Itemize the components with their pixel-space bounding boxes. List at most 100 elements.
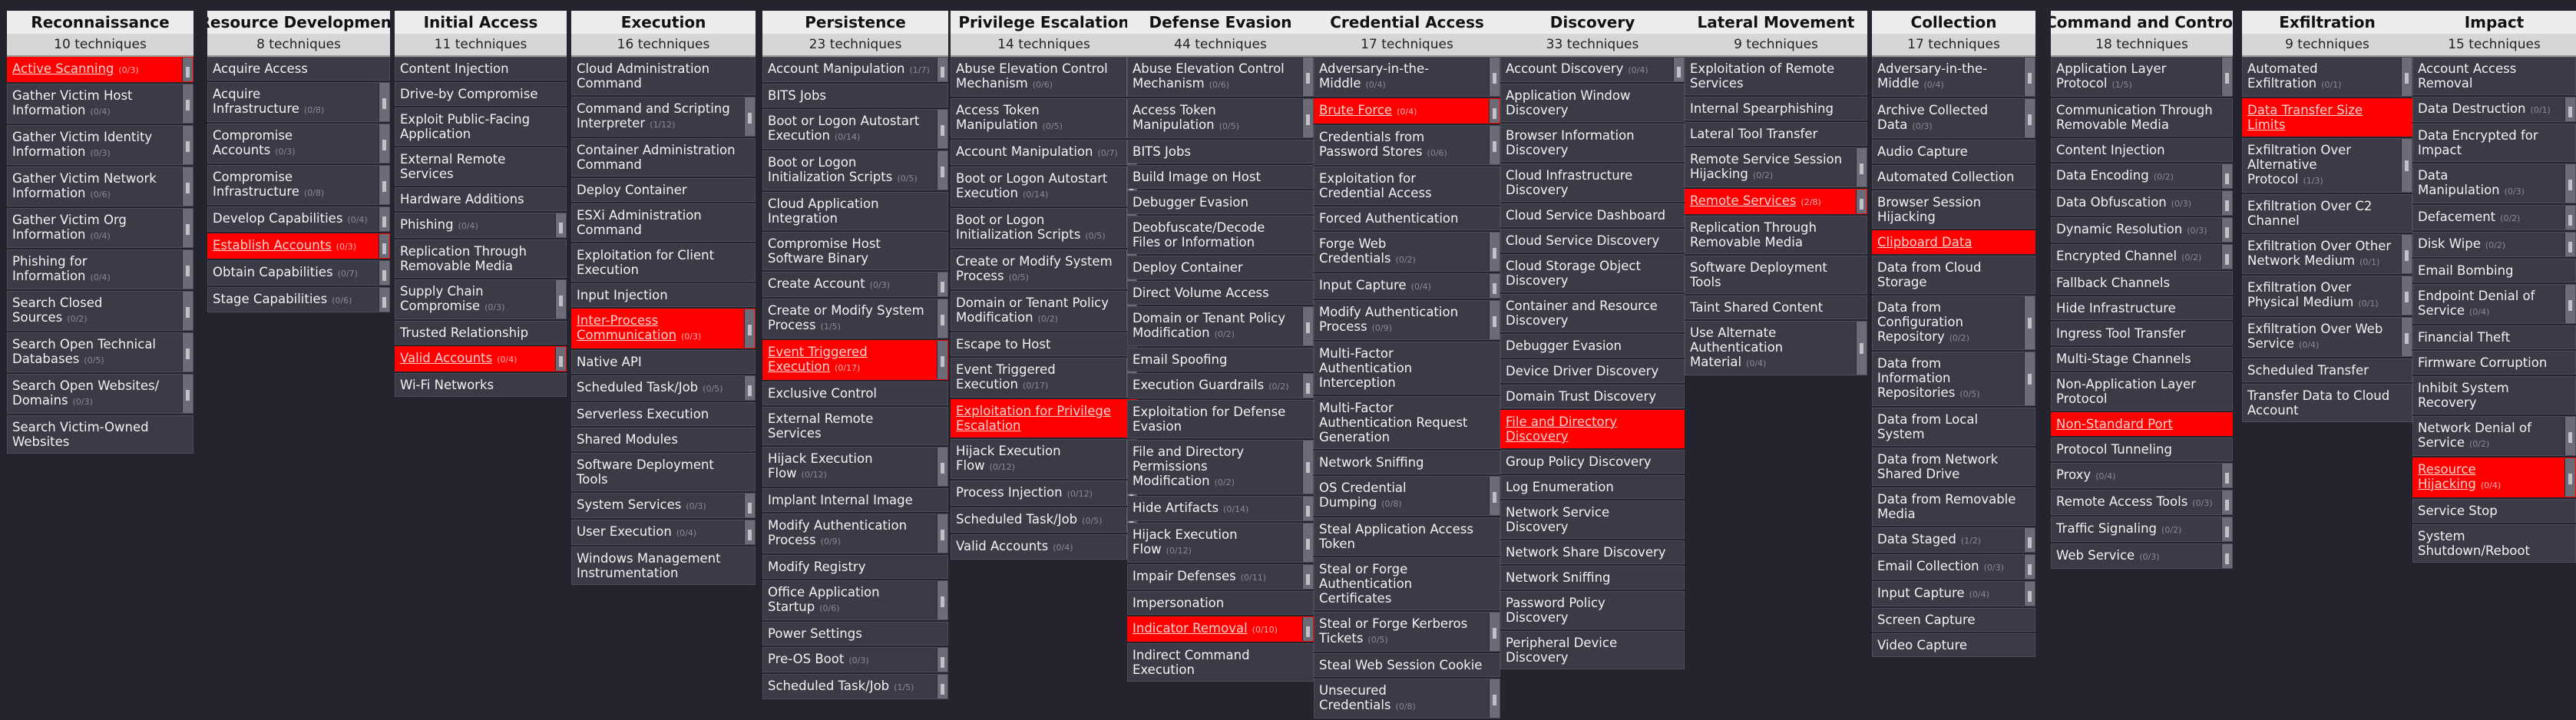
technique-cell[interactable]: Forge Web Credentials (0/2): [1314, 232, 1500, 272]
technique-cell[interactable]: Lateral Tool Transfer: [1685, 122, 1867, 146]
technique-cell[interactable]: Steal or Forge Kerberos Tickets (0/5): [1314, 612, 1500, 652]
tactic-title[interactable]: Persistence: [762, 11, 948, 34]
technique-cell[interactable]: Search Open Websites/ Domains (0/3): [7, 374, 193, 414]
technique-cell[interactable]: Steal Web Session Cookie: [1314, 653, 1500, 677]
technique-cell[interactable]: Web Service (0/3): [2051, 543, 2233, 569]
technique-cell[interactable]: Wi-Fi Networks: [395, 373, 567, 397]
technique-cell[interactable]: Content Injection: [395, 57, 567, 81]
technique-cell[interactable]: Indicator Removal (0/10): [1127, 616, 1314, 642]
expand-subtechniques-handle[interactable]: [2221, 191, 2232, 215]
technique-cell[interactable]: Boot or Logon Autostart Execution (0/14): [951, 167, 1137, 206]
technique-cell[interactable]: Content Injection: [2051, 138, 2233, 162]
technique-cell[interactable]: Browser Information Discovery: [1500, 124, 1685, 162]
technique-cell[interactable]: Container Administration Command: [571, 138, 756, 177]
technique-cell[interactable]: Network Denial of Service (0/2): [2412, 416, 2576, 456]
technique-cell[interactable]: Data from Local System: [1872, 408, 2035, 446]
technique-cell[interactable]: Deploy Container: [1127, 256, 1314, 279]
technique-cell[interactable]: Credentials from Password Stores (0/6): [1314, 125, 1500, 165]
technique-cell[interactable]: Power Settings: [762, 622, 948, 646]
technique-cell[interactable]: External Remote Services: [762, 407, 948, 445]
technique-cell[interactable]: Replication Through Removable Media: [395, 239, 567, 278]
expand-subtechniques-handle[interactable]: [182, 333, 193, 372]
technique-cell[interactable]: Non-Standard Port: [2051, 412, 2233, 436]
technique-cell[interactable]: Gather Victim Host Information (0/4): [7, 84, 193, 124]
technique-cell[interactable]: Exploitation for Client Execution: [571, 243, 756, 282]
technique-cell[interactable]: Search Victim-Owned Websites: [7, 415, 193, 454]
technique-cell[interactable]: Transfer Data to Cloud Account: [2242, 384, 2412, 422]
expand-subtechniques-handle[interactable]: [2564, 285, 2575, 323]
technique-cell[interactable]: Abuse Elevation Control Mechanism (0/6): [1127, 57, 1314, 97]
technique-cell[interactable]: Remote Access Tools (0/3): [2051, 490, 2233, 515]
expand-subtechniques-handle[interactable]: [2024, 296, 2035, 349]
technique-cell[interactable]: Debugger Evasion: [1127, 190, 1314, 214]
expand-subtechniques-handle[interactable]: [1489, 477, 1500, 515]
technique-cell[interactable]: Dynamic Resolution (0/3): [2051, 217, 2233, 243]
technique-cell[interactable]: Communication Through Removable Media: [2051, 98, 2233, 137]
technique-cell[interactable]: Fallback Channels: [2051, 271, 2233, 295]
technique-cell[interactable]: Steal Application Access Token: [1314, 517, 1500, 556]
tactic-title[interactable]: Execution: [571, 11, 756, 34]
technique-cell[interactable]: Escape to Host: [951, 332, 1137, 356]
technique-cell[interactable]: Input Capture (0/4): [1872, 581, 2035, 606]
technique-cell[interactable]: Pre-OS Boot (0/3): [762, 647, 948, 672]
expand-subtechniques-handle[interactable]: [1489, 99, 1500, 123]
technique-cell[interactable]: Remote Service Session Hijacking (0/2): [1685, 147, 1867, 187]
technique-cell[interactable]: Application Layer Protocol (1/5): [2051, 57, 2233, 97]
expand-subtechniques-handle[interactable]: [2024, 352, 2035, 405]
technique-cell[interactable]: BITS Jobs: [1127, 140, 1314, 163]
technique-cell[interactable]: Hide Infrastructure: [2051, 296, 2233, 320]
technique-cell[interactable]: Use Alternate Authentication Material (0/…: [1685, 321, 1867, 375]
expand-subtechniques-handle[interactable]: [1302, 441, 1313, 494]
technique-cell[interactable]: Exploitation of Remote Services: [1685, 57, 1867, 95]
technique-cell[interactable]: Exfiltration Over Web Service (0/4): [2242, 317, 2412, 357]
expand-subtechniques-handle[interactable]: [1489, 613, 1500, 651]
technique-cell[interactable]: Defacement (0/2): [2412, 205, 2576, 230]
technique-cell[interactable]: Command and Scripting Interpreter (1/12): [571, 97, 756, 137]
technique-cell[interactable]: Access Token Manipulation (0/5): [951, 98, 1137, 138]
expand-subtechniques-handle[interactable]: [937, 648, 947, 672]
technique-cell[interactable]: Develop Capabilities (0/4): [207, 206, 390, 232]
expand-subtechniques-handle[interactable]: [1489, 679, 1500, 718]
technique-cell[interactable]: Exfiltration Over Alternative Protocol (1…: [2242, 138, 2412, 193]
technique-cell[interactable]: Exfiltration Over Physical Medium (0/1): [2242, 276, 2412, 315]
expand-subtechniques-handle[interactable]: [2564, 458, 2575, 497]
technique-cell[interactable]: Drive-by Compromise: [395, 82, 567, 106]
technique-cell[interactable]: Gather Victim Org Information (0/4): [7, 208, 193, 248]
technique-cell[interactable]: Account Manipulation (1/7): [762, 57, 948, 82]
expand-subtechniques-handle[interactable]: [182, 126, 193, 164]
technique-cell[interactable]: Phishing for Information (0/4): [7, 249, 193, 289]
technique-cell[interactable]: Impair Defenses (0/11): [1127, 564, 1314, 590]
technique-cell[interactable]: Remote Services (2/8): [1685, 189, 1867, 214]
technique-cell[interactable]: Scheduled Task/Job (0/5): [951, 507, 1137, 533]
technique-cell[interactable]: Trusted Relationship: [395, 321, 567, 345]
tactic-title[interactable]: Credential Access: [1314, 11, 1500, 34]
technique-cell[interactable]: Acquire Access: [207, 57, 390, 81]
expand-subtechniques-handle[interactable]: [937, 675, 947, 699]
technique-cell[interactable]: Unsecured Credentials (0/8): [1314, 679, 1500, 718]
technique-cell[interactable]: Protocol Tunneling: [2051, 438, 2233, 461]
technique-cell[interactable]: Screen Capture: [1872, 608, 2035, 632]
technique-cell[interactable]: Group Policy Discovery: [1500, 450, 1685, 474]
expand-subtechniques-handle[interactable]: [744, 309, 755, 348]
expand-subtechniques-handle[interactable]: [744, 376, 755, 400]
technique-cell[interactable]: Gather Victim Network Information (0/6): [7, 167, 193, 206]
technique-cell[interactable]: Email Collection (0/3): [1872, 554, 2035, 580]
technique-cell[interactable]: Execution Guardrails (0/2): [1127, 373, 1314, 398]
expand-subtechniques-handle[interactable]: [937, 110, 947, 148]
technique-cell[interactable]: Scheduled Task/Job (0/5): [571, 375, 756, 401]
tactic-title[interactable]: Discovery: [1500, 11, 1685, 34]
technique-cell[interactable]: Exfiltration Over Other Network Medium (0…: [2242, 234, 2412, 274]
technique-cell[interactable]: Shared Modules: [571, 428, 756, 451]
tactic-title[interactable]: Collection: [1872, 11, 2035, 34]
technique-cell[interactable]: Data Destruction (0/1): [2412, 97, 2576, 122]
technique-cell[interactable]: Network Share Discovery: [1500, 540, 1685, 564]
technique-cell[interactable]: Cloud Service Discovery: [1500, 229, 1685, 253]
expand-subtechniques-handle[interactable]: [2221, 58, 2232, 96]
expand-subtechniques-handle[interactable]: [182, 375, 193, 413]
technique-cell[interactable]: Scheduled Task/Job (1/5): [762, 674, 948, 699]
technique-cell[interactable]: Data Manipulation (0/3): [2412, 163, 2576, 203]
expand-subtechniques-handle[interactable]: [2401, 235, 2412, 273]
technique-cell[interactable]: Hijack Execution Flow (0/12): [762, 447, 948, 487]
expand-subtechniques-handle[interactable]: [937, 341, 947, 379]
technique-cell[interactable]: Impersonation: [1127, 591, 1314, 615]
